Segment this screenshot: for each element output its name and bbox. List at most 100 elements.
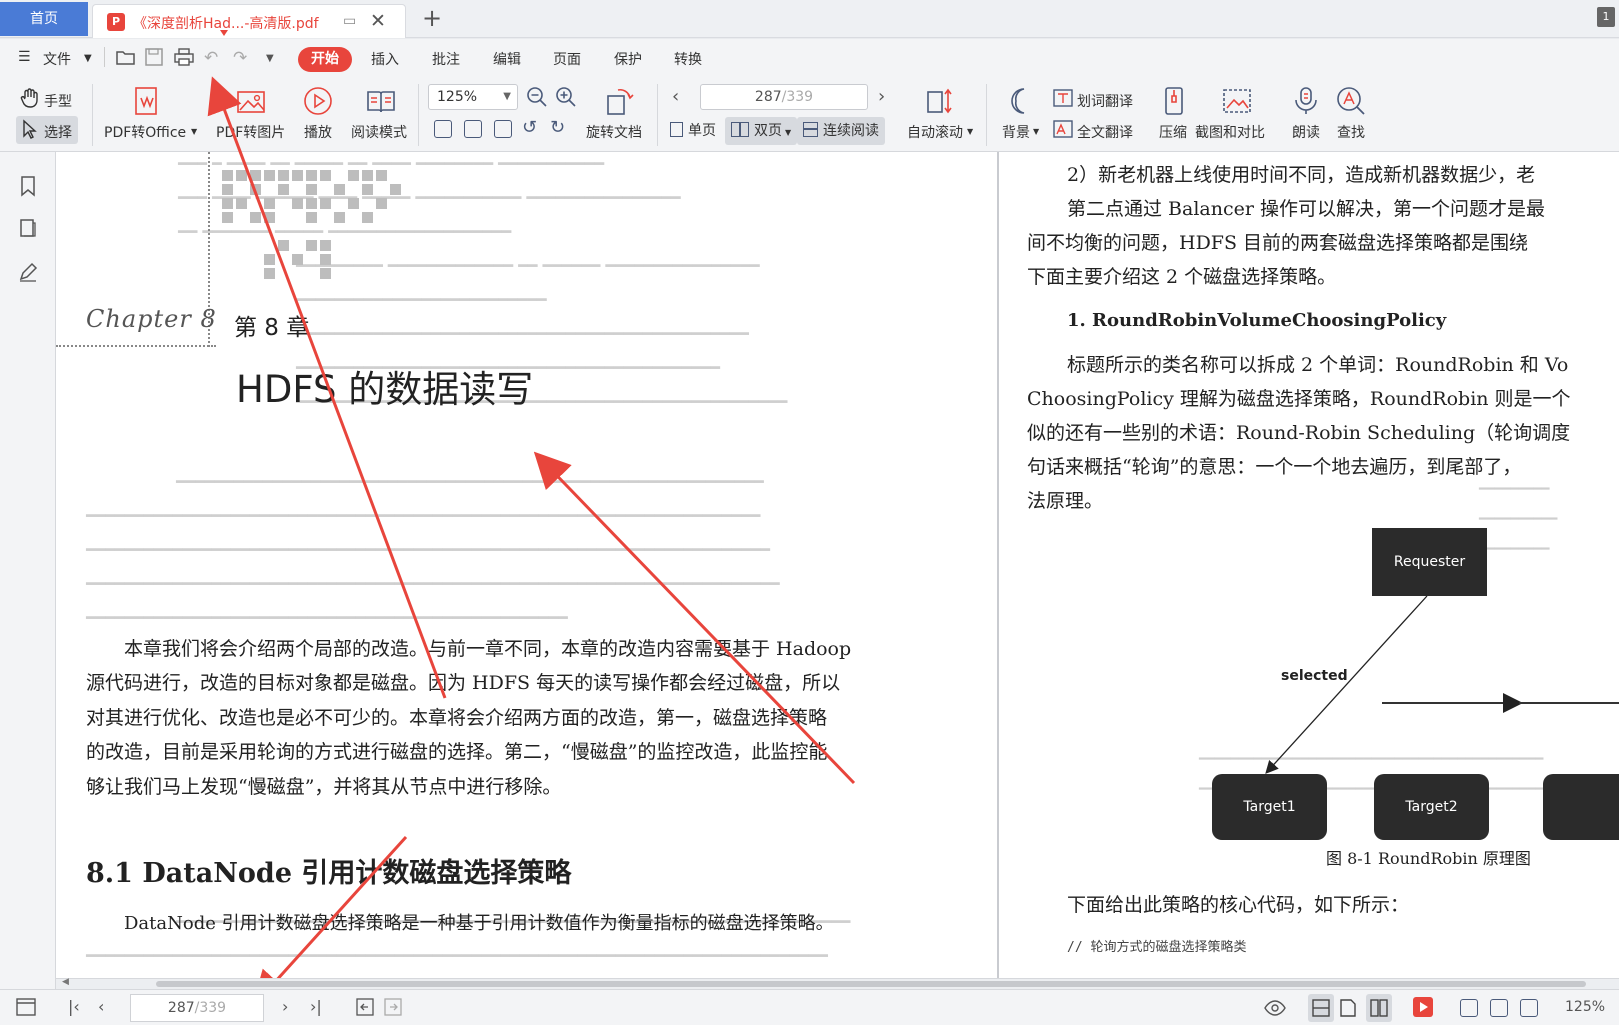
bookmark-icon[interactable] xyxy=(18,176,38,197)
diagram-node-target1: Target1 xyxy=(1212,774,1327,840)
hamburger-icon[interactable]: ☰ xyxy=(18,49,31,65)
window-count-badge[interactable]: 1 xyxy=(1597,7,1615,27)
hand-tool-button[interactable]: 手型 xyxy=(44,91,72,111)
find-button[interactable]: 查找 xyxy=(1337,122,1365,142)
sidebar-toggle-icon[interactable] xyxy=(16,998,36,1020)
thumbnails-icon[interactable] xyxy=(18,218,38,238)
single-view-icon[interactable] xyxy=(1340,999,1356,1021)
play-slideshow-icon[interactable] xyxy=(1413,997,1433,1017)
pdf-page-left[interactable]: ━━━ ━ ━━━━ ━━ ━━━━━ ━━ ━━━━ ━━━━━━━━ ━━━… xyxy=(56,152,997,978)
close-tab-icon[interactable]: ✕ xyxy=(370,10,386,32)
zoom-select[interactable]: 125% ▼ xyxy=(428,84,518,110)
scroll-left-icon[interactable]: ◀ xyxy=(62,977,69,987)
continuous-read-icon xyxy=(803,122,818,137)
bleed-through-text: ━━━━━━━━━━━━━━━━━━━━━━━━━━ xyxy=(296,290,547,309)
continuous-read-label: 连续阅读 xyxy=(823,123,879,139)
rotate-document-button[interactable]: 旋转文档 xyxy=(586,122,642,142)
zoom-in-icon[interactable] xyxy=(555,86,577,112)
undo-icon[interactable]: ↶ xyxy=(204,48,218,68)
fit-page-icon[interactable] xyxy=(464,120,482,138)
quick-access-dropdown-icon[interactable]: ▼ xyxy=(266,53,274,64)
menu-protect[interactable]: 保护 xyxy=(614,49,642,69)
go-back-icon[interactable] xyxy=(356,998,374,1020)
screenshot-compare-button[interactable]: 截图和对比 xyxy=(1195,122,1265,142)
menu-insert[interactable]: 插入 xyxy=(371,49,399,69)
continuous-view-icon xyxy=(1312,999,1330,1021)
divider xyxy=(104,47,105,67)
menu-start[interactable]: 开始 xyxy=(298,47,352,72)
tab-document[interactable]: P 《深度剖析Had...-高清版.pdf ▭ ✕ xyxy=(92,4,406,38)
zoom-out-icon[interactable] xyxy=(526,86,548,112)
background-button[interactable]: 背景 xyxy=(1002,122,1030,142)
hand-tool-icon xyxy=(20,88,40,112)
first-page-icon[interactable]: |‹ xyxy=(68,997,80,1016)
previous-page-icon[interactable]: ‹ xyxy=(672,86,679,107)
bleed-through-text: ━━━━━━━━━━━━━━━━━━━━━━━━━━━━━━━━━━━━━━━━… xyxy=(86,946,828,965)
pdf-page-right[interactable]: ━━━━━━━━━ ━━━━━━━━━━ ━━━━━━━━━ ━━━━━━━━━… xyxy=(999,152,1619,978)
annotation-pen-icon[interactable] xyxy=(18,262,38,282)
single-page-label: 单页 xyxy=(688,123,716,139)
menu-page[interactable]: 页面 xyxy=(553,49,581,69)
tab-home[interactable]: 首页 xyxy=(0,2,88,36)
last-page-icon[interactable]: ›| xyxy=(310,997,322,1016)
bleed-through-text: ━━━━━━━━━━━━━━━━━━━━━━━━━━━━━━━━━━━━━━━━… xyxy=(296,324,749,343)
chevron-down-icon[interactable]: ▼ xyxy=(1033,127,1039,136)
save-icon[interactable] xyxy=(145,48,163,71)
actual-size-icon[interactable] xyxy=(1460,999,1478,1017)
scrollbar-thumb[interactable] xyxy=(156,981,1586,987)
menu-convert[interactable]: 转换 xyxy=(674,49,702,69)
auto-scroll-button[interactable]: 自动滚动 xyxy=(907,122,963,142)
new-tab-button[interactable]: + xyxy=(422,4,442,32)
rotate-right-icon[interactable]: ↻ xyxy=(550,117,565,138)
diagram-node-requester: Requester xyxy=(1372,528,1487,596)
chevron-down-icon[interactable]: ▼ xyxy=(191,127,197,136)
print-icon[interactable] xyxy=(174,48,194,71)
pdf-to-office-button[interactable]: PDF转Office xyxy=(104,122,186,142)
previous-page-icon[interactable]: ‹ xyxy=(98,997,104,1016)
status-page-current: 287 xyxy=(167,1000,195,1016)
fit-width-icon[interactable] xyxy=(494,120,512,138)
rotate-left-icon[interactable]: ↺ xyxy=(522,117,537,138)
chevron-down-icon[interactable]: ▼ xyxy=(967,127,973,136)
figure-caption: 图 8-1 RoundRobin 原理图 xyxy=(1326,849,1531,868)
actual-size-icon[interactable] xyxy=(434,120,452,138)
go-forward-icon[interactable] xyxy=(384,998,402,1020)
menu-file[interactable]: 文件 xyxy=(43,49,71,69)
single-page-button[interactable]: 单页 xyxy=(664,117,722,145)
divider xyxy=(418,84,419,146)
continuous-read-button[interactable]: 连续阅读 xyxy=(797,117,885,145)
eye-protection-icon[interactable] xyxy=(1264,998,1286,1020)
chapter-number: 第 8 章 xyxy=(234,315,310,341)
code-comment: // 轮询方式的磁盘选择策略类 xyxy=(1067,940,1247,955)
horizontal-scrollbar[interactable]: ◀ xyxy=(56,977,1619,989)
open-folder-icon[interactable] xyxy=(116,48,136,71)
word-translate-button[interactable]: 划词翻译 xyxy=(1077,91,1133,111)
bleed-through-text: ━━━━━━━━━━━━━━━━━━━━━━━━━━━━━━━━━━━━━━━━… xyxy=(86,506,761,525)
tab-bar: 首页 P 《深度剖析Had...-高清版.pdf ▭ ✕ + 1 xyxy=(0,0,1619,38)
redo-icon[interactable]: ↷ xyxy=(233,48,247,68)
page-number-input[interactable]: 287/339 xyxy=(700,84,868,110)
paragraph-line: 的改造，目前是采用轮询的方式进行磁盘的选择。第二，“慢磁盘”的监控改造，此监控能 xyxy=(86,741,828,763)
read-aloud-button[interactable]: 朗读 xyxy=(1292,122,1320,142)
double-page-button[interactable]: 双页 ▼ xyxy=(725,117,798,145)
chapter-title: HDFS 的数据读写 xyxy=(236,368,534,411)
diagram-edge-label: selected xyxy=(1281,668,1348,684)
pdf-to-image-button[interactable]: PDF转图片 xyxy=(216,122,285,142)
divider xyxy=(92,84,93,146)
fit-width-icon[interactable] xyxy=(1520,999,1538,1017)
compress-button[interactable]: 压缩 xyxy=(1159,122,1187,142)
full-translate-button[interactable]: 全文翻译 xyxy=(1077,122,1133,142)
auto-scroll-icon xyxy=(924,86,954,120)
play-button[interactable]: 播放 xyxy=(304,122,332,142)
chevron-down-icon[interactable]: ▼ xyxy=(84,53,92,64)
status-zoom-level[interactable]: 125% xyxy=(1565,999,1605,1015)
pin-icon[interactable]: ▭ xyxy=(343,13,356,29)
read-mode-button[interactable]: 阅读模式 xyxy=(351,122,407,142)
next-page-icon[interactable]: › xyxy=(282,997,288,1016)
pdf-to-office-icon xyxy=(132,86,162,120)
next-page-icon[interactable]: › xyxy=(878,86,885,107)
status-page-input[interactable]: 287/339 xyxy=(130,994,264,1022)
fit-page-icon[interactable] xyxy=(1490,999,1508,1017)
menu-edit[interactable]: 编辑 xyxy=(493,49,521,69)
menu-annotate[interactable]: 批注 xyxy=(432,49,460,69)
